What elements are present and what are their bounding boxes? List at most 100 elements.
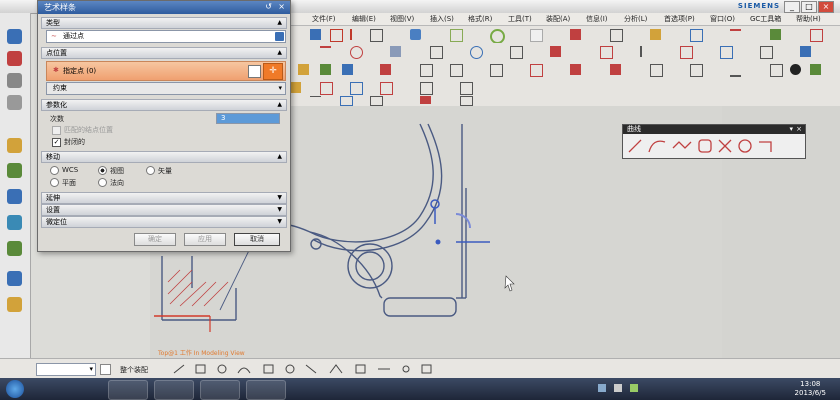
radio-wcs[interactable] <box>50 166 59 175</box>
start-button[interactable] <box>6 380 24 398</box>
close-window-button[interactable]: × <box>818 1 834 13</box>
dialog-close-icon[interactable]: × <box>278 2 285 11</box>
render-icon[interactable] <box>770 29 781 40</box>
trim-icon[interactable] <box>600 46 613 59</box>
cut-icon[interactable] <box>810 29 823 42</box>
menu-assembly[interactable]: 装配(A) <box>546 14 570 24</box>
fix-icon[interactable] <box>320 82 333 95</box>
boss-icon[interactable] <box>490 29 505 44</box>
intersect-icon[interactable] <box>610 64 621 75</box>
menu-info[interactable]: 信息(I) <box>586 14 608 24</box>
settings-section-header[interactable]: 设置 ▼ <box>41 204 287 216</box>
taskbar-nx-icon[interactable] <box>200 380 240 400</box>
layer-icon[interactable] <box>690 29 703 42</box>
tray-network-icon[interactable] <box>598 384 606 392</box>
dimension-icon[interactable] <box>730 29 741 42</box>
chamfer-icon[interactable] <box>720 46 733 59</box>
radio-view[interactable] <box>98 166 107 175</box>
menu-analysis[interactable]: 分析(L) <box>624 14 647 24</box>
tray-flag-icon[interactable] <box>630 384 638 392</box>
menu-help[interactable]: 帮助(H) <box>796 14 821 24</box>
wave-icon[interactable] <box>342 64 353 75</box>
web-browser-icon[interactable] <box>7 189 22 204</box>
mirror-icon[interactable] <box>550 46 561 57</box>
wcs-icon[interactable] <box>810 64 821 75</box>
dialog-titlebar[interactable]: 艺术样条 ↺ × <box>38 1 290 14</box>
tray-volume-icon[interactable] <box>614 384 622 392</box>
assembly-icon[interactable] <box>298 64 309 75</box>
curve-palette-titlebar[interactable]: 曲线 ▾ × <box>623 125 805 134</box>
ok-button[interactable]: 确定 <box>134 233 176 246</box>
palette-options-icon[interactable]: ▾ <box>789 125 793 134</box>
radio-vector[interactable] <box>146 166 155 175</box>
roles-icon[interactable] <box>7 297 22 312</box>
subtract-icon[interactable] <box>570 64 581 75</box>
polygon-icon[interactable] <box>420 96 431 104</box>
hd3d-icon[interactable] <box>7 163 22 178</box>
menu-gc-toolbox[interactable]: GC工具箱 <box>750 14 781 24</box>
select-all-icon[interactable] <box>100 364 111 375</box>
cancel-button[interactable]: 取消 <box>234 233 280 246</box>
point-snap-icon[interactable]: ✛ <box>263 63 283 80</box>
revolve-icon[interactable] <box>350 29 363 40</box>
web-icon[interactable] <box>7 215 22 230</box>
measure-icon[interactable] <box>800 46 811 57</box>
pattern-icon[interactable] <box>570 29 581 40</box>
triangle-icon[interactable] <box>730 64 741 77</box>
menu-file[interactable]: 文件(F) <box>312 14 336 24</box>
sphere-icon[interactable] <box>790 64 801 75</box>
fine-position-section-header[interactable]: 微定位 ▼ <box>41 216 287 228</box>
menu-format[interactable]: 格式(R) <box>468 14 492 24</box>
minimize-button[interactable]: _ <box>784 1 800 13</box>
menu-view[interactable]: 视图(V) <box>390 14 414 24</box>
clock-icon[interactable] <box>7 271 22 286</box>
point-tool-icon[interactable] <box>390 46 401 57</box>
body-icon[interactable] <box>490 64 503 77</box>
closed-checkbox[interactable]: ✓ <box>52 138 61 147</box>
palette-icon[interactable] <box>7 241 22 256</box>
reuse-library-icon[interactable] <box>7 138 22 153</box>
part-nav-icon[interactable] <box>7 95 22 110</box>
split-icon[interactable] <box>640 46 653 57</box>
circle-tool-icon[interactable] <box>470 46 483 59</box>
warning-icon[interactable] <box>690 64 703 77</box>
arc-tool-icon[interactable] <box>350 46 363 59</box>
constraint-dropdown[interactable]: 约束 ▾ <box>46 82 286 95</box>
extrude-icon[interactable] <box>330 29 343 42</box>
sketch-curve-icon[interactable] <box>310 96 321 105</box>
blend-icon[interactable] <box>650 29 661 40</box>
zoom-icon[interactable] <box>530 29 543 42</box>
assembly-nav-icon[interactable] <box>7 73 22 88</box>
parallel-icon[interactable] <box>380 82 393 95</box>
taskbar-explorer-icon[interactable] <box>108 380 148 400</box>
datum-icon[interactable] <box>410 29 421 40</box>
abc-icon[interactable] <box>650 64 663 77</box>
face-icon[interactable] <box>450 64 463 77</box>
points-section-header[interactable]: 点位置 ▲ <box>41 47 287 59</box>
line-tool-icon[interactable] <box>320 46 331 59</box>
dialog-reset-icon[interactable]: ↺ <box>265 2 272 11</box>
ellipse-icon[interactable] <box>460 96 473 106</box>
apply-button[interactable]: 应用 <box>184 233 226 246</box>
history-icon[interactable] <box>7 51 22 66</box>
offset-icon[interactable] <box>430 46 443 59</box>
magnify-icon[interactable] <box>510 46 523 59</box>
hole-icon[interactable] <box>450 29 463 42</box>
type-dropdown[interactable]: ∼ 通过点 <box>46 30 286 43</box>
menu-preferences[interactable]: 首选项(P) <box>664 14 695 24</box>
params-section-header[interactable]: 参数化 ▲ <box>41 99 287 111</box>
specify-point-row[interactable]: ✱ 指定点 (0) ✛ <box>46 61 286 81</box>
menu-edit[interactable]: 编辑(E) <box>352 14 376 24</box>
sketch-icon[interactable] <box>310 29 321 40</box>
matched-knot-checkbox[interactable] <box>52 126 61 135</box>
radio-plane[interactable] <box>50 178 59 187</box>
component-icon[interactable] <box>320 64 331 75</box>
text-icon[interactable] <box>370 29 383 42</box>
move-section-header[interactable]: 移动 ▲ <box>41 151 287 163</box>
palette-close-icon[interactable]: × <box>796 125 802 134</box>
maximize-button[interactable]: □ <box>801 1 817 13</box>
snap-icon[interactable] <box>770 64 783 77</box>
rectangle-icon[interactable] <box>370 96 383 106</box>
menu-tools[interactable]: 工具(T) <box>508 14 532 24</box>
system-clock[interactable]: 13:08 2013/6/5 <box>795 380 826 398</box>
